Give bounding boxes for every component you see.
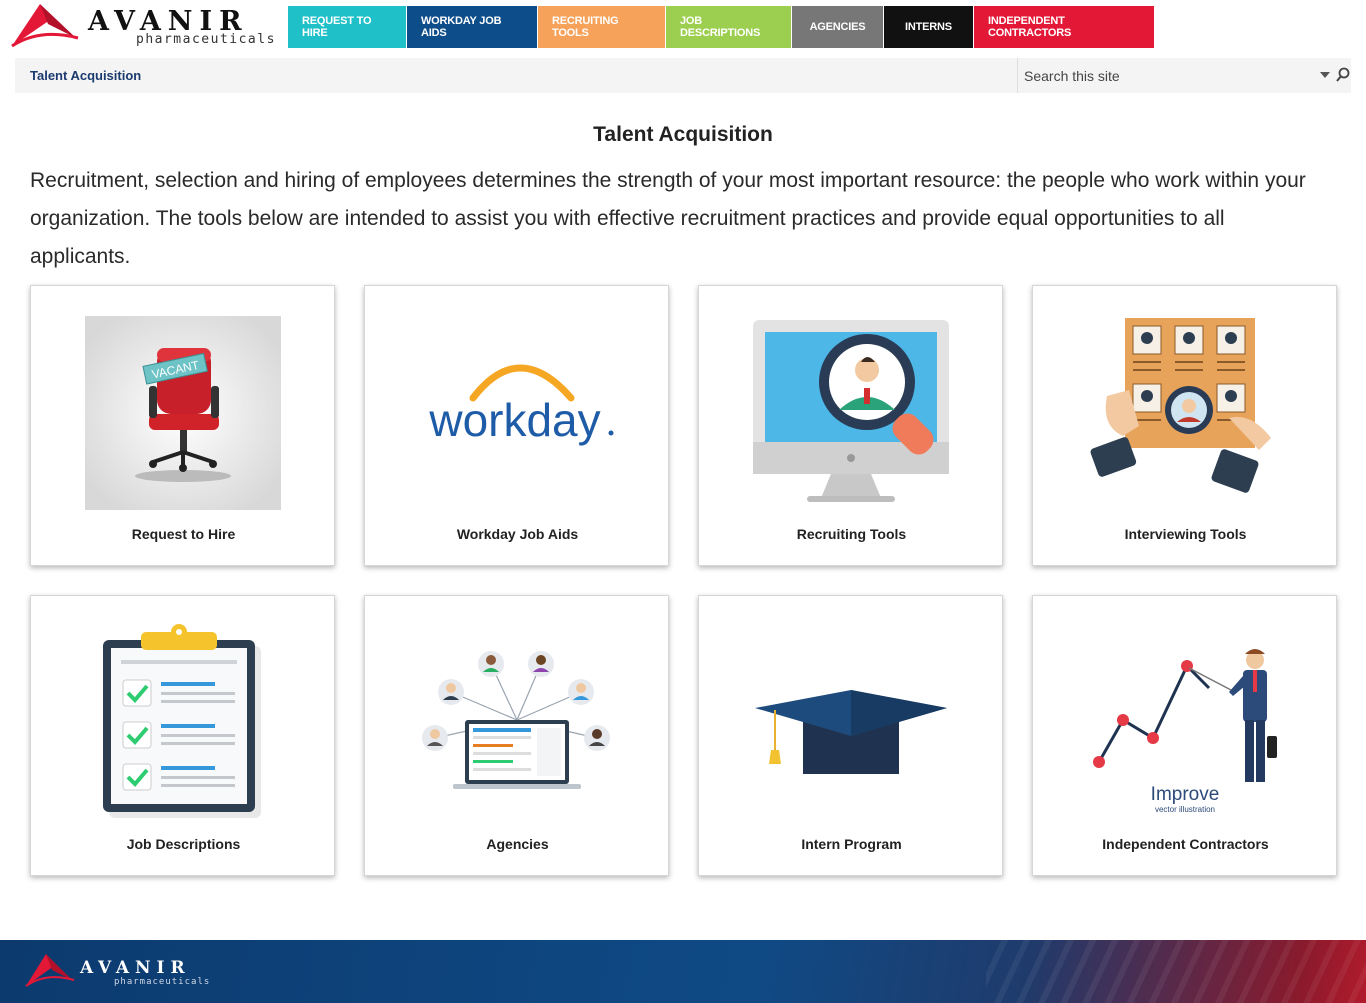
tile-label: Intern Program xyxy=(801,836,902,852)
tile-intern-program[interactable]: Intern Program xyxy=(698,595,1003,876)
footer-logo-mark-icon xyxy=(25,954,75,987)
tile-request-to-hire[interactable]: VACANT Request to Hire xyxy=(30,285,335,566)
tile-label: Independent Contractors xyxy=(1102,836,1269,852)
nav-interns[interactable]: Interns xyxy=(884,6,973,48)
graduation-cap-icon xyxy=(755,690,947,774)
footer-logo[interactable]: AVANIR pharmaceuticals xyxy=(24,952,224,992)
tile-label: Job Descriptions xyxy=(126,836,241,852)
search-icon[interactable] xyxy=(1336,67,1350,83)
tile-independent-contractors[interactable]: Improve vector illustration Independent … xyxy=(1032,595,1337,876)
nav-job-descriptions[interactable]: Job Descriptions xyxy=(666,6,791,48)
tile-job-descriptions[interactable]: Job Descriptions xyxy=(30,595,335,876)
workday-wordmark: workday xyxy=(428,394,600,446)
site-search xyxy=(1017,58,1351,93)
tile-label: Request to Hire xyxy=(131,526,236,542)
footer-logo-tagline: pharmaceuticals xyxy=(114,977,211,987)
site-header: AVANIR pharmaceuticals Request to Hire W… xyxy=(0,0,1366,52)
search-input[interactable] xyxy=(1018,58,1308,93)
avanir-logo[interactable]: AVANIR pharmaceuticals xyxy=(10,2,274,50)
vacant-chair-icon: VACANT xyxy=(85,316,281,510)
clipboard-checklist-icon xyxy=(103,624,261,818)
improve-caption: Improve xyxy=(1151,784,1220,805)
tile-label: Recruiting Tools xyxy=(796,526,907,542)
breadcrumb-bar: Talent Acquisition xyxy=(15,58,1351,93)
nav-agencies[interactable]: Agencies xyxy=(792,6,883,48)
tile-label: Workday Job Aids xyxy=(456,526,579,542)
footer-logo-wordmark: AVANIR xyxy=(80,958,191,978)
logo-tagline: pharmaceuticals xyxy=(136,32,276,47)
improve-chart-icon: Improve vector illustration xyxy=(1093,649,1277,814)
breadcrumb[interactable]: Talent Acquisition xyxy=(30,68,141,83)
laptop-network-icon xyxy=(422,651,610,789)
candidate-board-icon xyxy=(1090,318,1271,493)
nav-request-to-hire[interactable]: Request to Hire xyxy=(288,6,406,48)
nav-workday-job-aids[interactable]: Workday Job Aids xyxy=(407,6,537,48)
page-title: Talent Acquisition xyxy=(593,123,773,146)
top-navigation: Request to Hire Workday Job Aids Recruit… xyxy=(288,6,1155,48)
improve-subcaption: vector illustration xyxy=(1155,805,1215,814)
monitor-magnifier-icon xyxy=(753,320,949,502)
tile-recruiting-tools[interactable]: Recruiting Tools xyxy=(698,285,1003,566)
tile-interviewing-tools[interactable]: Interviewing Tools xyxy=(1032,285,1337,566)
nav-recruiting-tools[interactable]: Recruiting Tools xyxy=(538,6,665,48)
nav-independent-contractors[interactable]: Independent Contractors xyxy=(974,6,1154,48)
search-scope-dropdown-icon[interactable] xyxy=(1320,72,1330,78)
workday-logo: workday xyxy=(428,364,614,446)
logo-mark-icon xyxy=(11,4,79,48)
footer-stripes xyxy=(986,940,1366,1003)
tile-label: Interviewing Tools xyxy=(1124,526,1247,542)
intro-text: Recruitment, selection and hiring of emp… xyxy=(30,169,1306,268)
tile-label: Agencies xyxy=(486,836,549,852)
tile-agencies[interactable]: Agencies xyxy=(364,595,669,876)
site-footer: AVANIR pharmaceuticals xyxy=(0,940,1366,1003)
tile-workday-job-aids[interactable]: workday Workday Job Aids xyxy=(364,285,669,566)
